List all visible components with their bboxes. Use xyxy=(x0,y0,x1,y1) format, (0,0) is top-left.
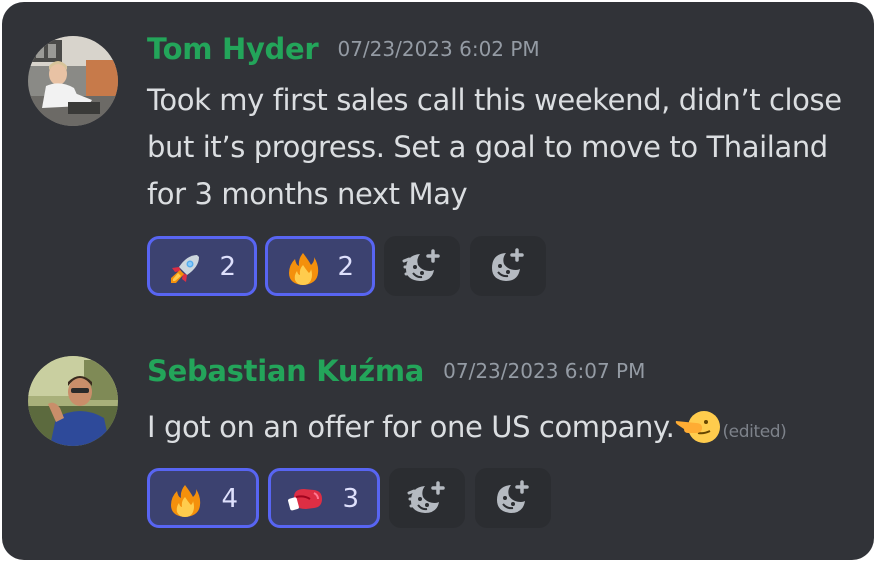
reaction-fire[interactable]: 2 xyxy=(265,236,375,296)
pointing-face-icon xyxy=(676,411,721,443)
super-reaction-add-icon xyxy=(402,249,440,281)
reaction-count: 2 xyxy=(337,252,354,282)
reaction-fire[interactable]: 4 xyxy=(147,468,259,528)
add-emoji-icon xyxy=(492,248,524,281)
avatar[interactable] xyxy=(28,356,118,446)
reaction-count: 2 xyxy=(219,252,236,282)
boxing-glove-icon xyxy=(288,489,322,511)
message: Tom Hyder 07/23/2023 6:02 PM Took my fir… xyxy=(2,2,874,332)
message-text: I got on an offer for one US company. xyxy=(147,410,675,444)
timestamp: 07/23/2023 6:07 PM xyxy=(443,359,646,383)
fire-icon xyxy=(171,485,201,517)
message: Sebastian Kuźma 07/23/2023 6:07 PM I got… xyxy=(2,332,874,560)
add-super-reaction-button[interactable] xyxy=(389,468,465,528)
rocket-icon xyxy=(171,255,199,283)
timestamp: 07/23/2023 6:02 PM xyxy=(337,37,540,61)
edited-label: (edited) xyxy=(722,422,787,442)
add-super-reaction-button[interactable] xyxy=(384,236,460,296)
add-reaction-button[interactable] xyxy=(475,468,551,528)
avatar[interactable] xyxy=(28,36,118,126)
super-reaction-add-icon xyxy=(407,481,445,513)
chat-panel: Tom Hyder 07/23/2023 6:02 PM Took my fir… xyxy=(2,2,874,560)
message-text: Took my first sales call this weekend, d… xyxy=(147,83,842,211)
fire-icon xyxy=(289,253,319,285)
reaction-boxing-glove[interactable]: 3 xyxy=(268,468,380,528)
reaction-count: 4 xyxy=(221,484,238,514)
reaction-count: 3 xyxy=(342,484,359,514)
message-header: Tom Hyder 07/23/2023 6:02 PM xyxy=(147,32,540,66)
message-content: I got on an offer for one US company. (e… xyxy=(147,404,847,456)
username[interactable]: Tom Hyder xyxy=(147,32,319,66)
message-header: Sebastian Kuźma 07/23/2023 6:07 PM xyxy=(147,354,645,388)
reaction-rocket[interactable]: 2 xyxy=(147,236,257,296)
username[interactable]: Sebastian Kuźma xyxy=(147,354,424,388)
add-emoji-icon xyxy=(497,480,529,513)
add-reaction-button[interactable] xyxy=(470,236,546,296)
